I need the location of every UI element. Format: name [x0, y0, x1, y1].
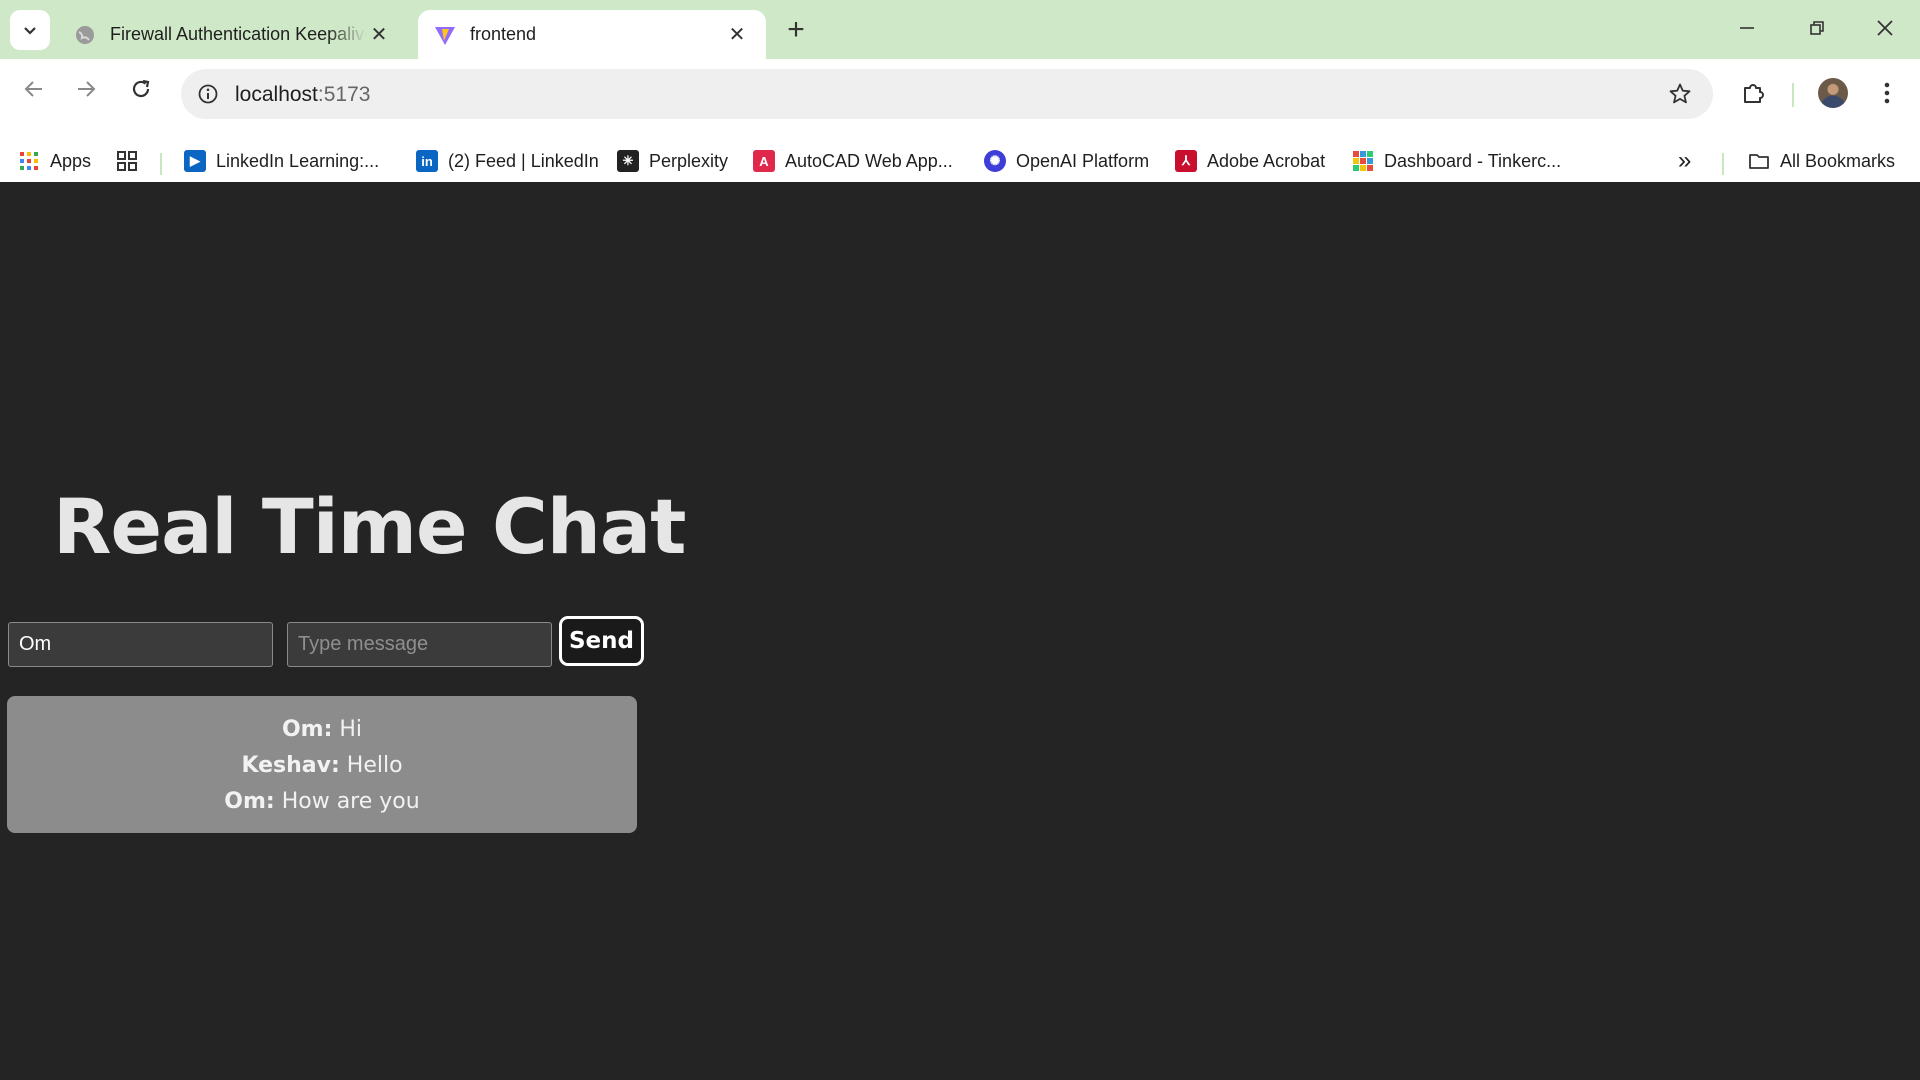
bookmark-linkedin-feed[interactable]: in (2) Feed | LinkedIn — [416, 147, 599, 175]
star-icon — [1669, 83, 1691, 104]
arrow-right-icon — [78, 81, 96, 97]
message-sender: Om: — [281, 717, 333, 742]
perplexity-icon: ✳ — [617, 150, 639, 172]
forward-button[interactable] — [66, 69, 106, 109]
address-bar[interactable]: localhost:5173 — [181, 69, 1713, 119]
list-item: Keshav: Hello — [7, 748, 637, 784]
browser-menu-button[interactable] — [1872, 73, 1902, 113]
bookmark-label: (2) Feed | LinkedIn — [448, 150, 599, 171]
bookmark-divider — [160, 153, 162, 175]
close-icon[interactable]: ✕ — [724, 22, 750, 48]
tab-title: frontend — [470, 24, 537, 44]
bookmarks-bar: Apps ▶ LinkedIn Learning:... in (2) Feed… — [0, 129, 1920, 189]
close-icon — [1877, 20, 1893, 36]
chat-messages: Om: Hi Keshav: Hello Om: How are you — [7, 696, 637, 833]
vite-logo-icon — [435, 26, 455, 45]
bookmark-divider — [1722, 153, 1724, 175]
send-button[interactable]: Send — [559, 616, 644, 666]
more-vertical-icon — [1884, 82, 1890, 104]
message-input[interactable] — [287, 622, 552, 667]
bookmark-label: All Bookmarks — [1780, 150, 1896, 171]
tab-groups-icon — [117, 151, 137, 171]
profile-avatar[interactable] — [1818, 78, 1848, 108]
new-tab-button[interactable]: + — [780, 13, 812, 46]
minimize-button[interactable] — [1720, 8, 1774, 48]
bookmark-label: Dashboard - Tinkerc... — [1384, 150, 1562, 171]
bookmark-openai[interactable]: ✺ OpenAI Platform — [984, 147, 1149, 175]
url-port: :5173 — [317, 83, 371, 106]
apps-grid-icon — [20, 152, 38, 170]
back-button[interactable] — [14, 69, 54, 109]
bookmark-star-button[interactable] — [1665, 79, 1695, 109]
message-text: Hello — [339, 753, 403, 778]
bookmark-label: LinkedIn Learning:... — [216, 150, 380, 171]
site-info-button[interactable] — [193, 79, 223, 109]
message-sender: Om: — [224, 789, 275, 814]
list-item: Om: Hi — [7, 712, 637, 748]
bookmark-adobe-acrobat[interactable]: ⅄ Adobe Acrobat — [1175, 147, 1325, 175]
message-text: Hi — [332, 717, 363, 742]
bookmark-tab-groups[interactable] — [116, 147, 148, 175]
tab-search-button[interactable] — [10, 10, 50, 50]
bookmark-perplexity[interactable]: ✳ Perplexity — [617, 147, 728, 175]
bookmark-label: Adobe Acrobat — [1207, 150, 1326, 171]
url-text: localhost:5173 — [235, 83, 370, 107]
bookmark-autocad[interactable]: A AutoCAD Web App... — [753, 147, 953, 175]
bookmark-label: Perplexity — [649, 150, 729, 171]
url-host: localhost — [235, 83, 318, 106]
message-sender: Keshav: — [241, 753, 340, 778]
chevron-down-icon — [24, 27, 36, 35]
bookmark-tinkercad[interactable]: Dashboard - Tinkerc... — [1352, 147, 1561, 175]
tab-strip: Firewall Authentication Keepalive ✕ fron… — [0, 0, 1920, 59]
bookmark-label: Apps — [50, 150, 92, 171]
bookmarks-overflow-button[interactable]: » — [1678, 147, 1691, 175]
toolbar-divider — [1792, 83, 1794, 107]
extensions-button[interactable] — [1734, 73, 1774, 113]
bookmark-label: AutoCAD Web App... — [785, 150, 953, 171]
close-icon[interactable]: ✕ — [366, 22, 392, 48]
browser-toolbar: localhost:5173 Apps ▶ LinkedIn Learning:… — [0, 59, 1920, 190]
folder-icon — [1749, 154, 1769, 169]
tab-title: Firewall Authentication Keepalive — [110, 24, 366, 44]
globe-icon — [76, 25, 94, 44]
all-bookmarks-button[interactable]: All Bookmarks — [1748, 147, 1895, 175]
list-item: Om: How are you — [7, 784, 637, 820]
reload-button[interactable] — [121, 69, 161, 109]
tab-firewall[interactable]: Firewall Authentication Keepalive ✕ — [58, 10, 408, 59]
linkedin-icon: in — [416, 150, 438, 172]
info-icon — [198, 84, 218, 104]
page-title: Real Time Chat — [53, 482, 686, 571]
message-text: How are you — [274, 789, 420, 814]
minimize-icon — [1740, 27, 1754, 29]
puzzle-icon — [1744, 84, 1764, 103]
bookmark-label: OpenAI Platform — [1016, 150, 1150, 171]
tab-frontend[interactable]: frontend ✕ — [418, 10, 766, 59]
reload-icon — [132, 79, 150, 98]
linkedin-learning-icon: ▶ — [184, 150, 206, 172]
bookmark-apps[interactable]: Apps — [18, 147, 91, 175]
openai-icon: ✺ — [984, 150, 1006, 172]
app-page: Real Time Chat Send Om: Hi Keshav: Hello… — [0, 182, 1920, 1080]
restore-button[interactable] — [1790, 8, 1844, 48]
restore-icon — [1810, 21, 1824, 35]
tinkercad-icon — [1353, 151, 1373, 171]
close-window-button[interactable] — [1858, 8, 1912, 48]
adobe-acrobat-icon: ⅄ — [1175, 150, 1197, 172]
arrow-left-icon — [24, 81, 42, 97]
name-input[interactable] — [8, 622, 273, 667]
bookmark-linkedin-learning[interactable]: ▶ LinkedIn Learning:... — [184, 147, 379, 175]
autocad-icon: A — [753, 150, 775, 172]
